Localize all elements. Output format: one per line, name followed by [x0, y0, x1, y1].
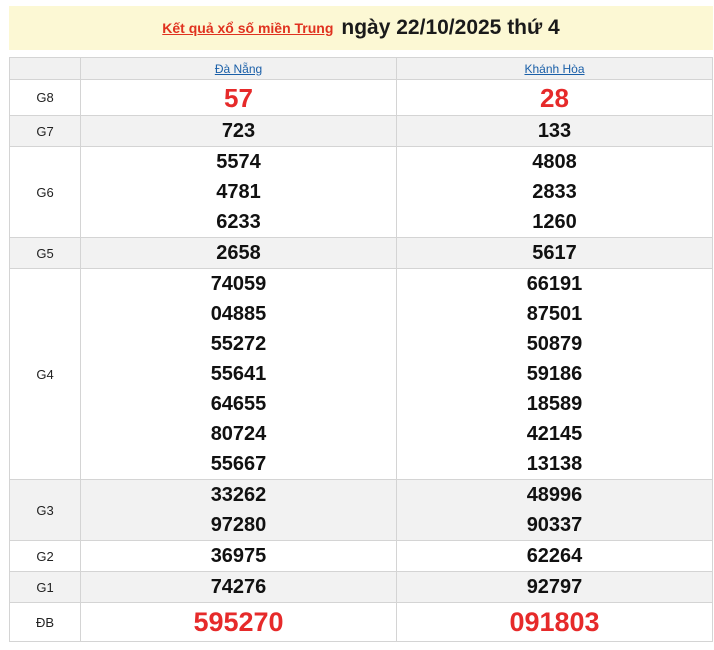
prize-cell-da-nang: 36975: [80, 540, 397, 572]
prize-cell-da-nang: 33262 97280: [80, 479, 397, 541]
prize-number: 97280: [210, 514, 267, 536]
province-header-row: Đà Nẵng Khánh Hòa: [9, 57, 713, 80]
prize-number: 4808: [532, 151, 577, 173]
prize-number: 723: [221, 120, 256, 142]
prize-number: 74276: [210, 576, 267, 598]
prize-column-header: [9, 57, 81, 80]
prize-number: 74059: [210, 273, 267, 295]
prize-number: 18589: [526, 393, 583, 415]
prize-number: 62264: [526, 545, 583, 567]
prize-number: 4781: [216, 181, 261, 203]
province-header-da-nang: Đà Nẵng: [80, 57, 397, 80]
prize-label: G3: [9, 479, 81, 541]
prize-cell-da-nang: 2658: [80, 237, 397, 269]
prize-row-g5: G5 2658 5617: [9, 237, 713, 269]
prize-cell-khanh-hoa: 091803: [396, 602, 713, 642]
prize-number: 92797: [526, 576, 583, 598]
prize-label: ĐB: [9, 602, 81, 642]
prize-row-g4: G4 74059 04885 55272 55641 64655 80724 5…: [9, 268, 713, 480]
prize-number: 66191: [526, 273, 583, 295]
prize-row-g6: G6 5574 4781 6233 4808 2833 1260: [9, 146, 713, 238]
prize-number: 64655: [210, 393, 267, 415]
prize-number: 28: [540, 82, 569, 113]
prize-number: 5617: [532, 242, 577, 264]
prize-number: 87501: [526, 303, 583, 325]
prize-number: 2833: [532, 181, 577, 203]
prize-cell-khanh-hoa: 92797: [396, 571, 713, 603]
prize-row-special: ĐB 595270 091803: [9, 602, 713, 642]
prize-cell-da-nang: 595270: [80, 602, 397, 642]
province-link-da-nang[interactable]: Đà Nẵng: [215, 62, 262, 76]
prize-number: 57: [224, 82, 253, 113]
prize-cell-khanh-hoa: 5617: [396, 237, 713, 269]
region-results-link[interactable]: Kết quả xổ số miền Trung: [162, 20, 333, 36]
prize-label: G7: [9, 115, 81, 147]
prize-label: G2: [9, 540, 81, 572]
prize-cell-khanh-hoa: 48996 90337: [396, 479, 713, 541]
prize-number: 1260: [532, 211, 577, 233]
special-prize-number: 595270: [193, 607, 284, 637]
prize-row-g7: G7 723 133: [9, 115, 713, 147]
prize-number: 55641: [210, 363, 267, 385]
prize-cell-da-nang: 74059 04885 55272 55641 64655 80724 5566…: [80, 268, 397, 480]
prize-cell-khanh-hoa: 4808 2833 1260: [396, 146, 713, 238]
prize-cell-da-nang: 5574 4781 6233: [80, 146, 397, 238]
prize-cell-khanh-hoa: 66191 87501 50879 59186 18589 42145 1313…: [396, 268, 713, 480]
prize-number: 48996: [526, 484, 583, 506]
prize-number: 55272: [210, 333, 267, 355]
prize-number: 5574: [216, 151, 261, 173]
prize-cell-da-nang: 57: [80, 79, 397, 116]
prize-number: 6233: [216, 211, 261, 233]
prize-number: 59186: [526, 363, 583, 385]
prize-cell-da-nang: 74276: [80, 571, 397, 603]
results-header: Kết quả xổ số miền Trung ngày 22/10/2025…: [9, 6, 713, 50]
prize-number: 133: [537, 120, 572, 142]
prize-number: 90337: [526, 514, 583, 536]
prize-number: 50879: [526, 333, 583, 355]
prize-number: 80724: [210, 423, 267, 445]
prize-number: 2658: [216, 242, 261, 264]
prize-label: G8: [9, 79, 81, 116]
province-header-khanh-hoa: Khánh Hòa: [396, 57, 713, 80]
prize-row-g8: G8 57 28: [9, 79, 713, 116]
special-prize-number: 091803: [509, 607, 600, 637]
prize-label: G1: [9, 571, 81, 603]
prize-row-g2: G2 36975 62264: [9, 540, 713, 572]
prize-number: 04885: [210, 303, 267, 325]
prize-label: G6: [9, 146, 81, 238]
prize-cell-khanh-hoa: 28: [396, 79, 713, 116]
prize-number: 13138: [526, 453, 583, 475]
prize-label: G5: [9, 237, 81, 269]
prize-number: 33262: [210, 484, 267, 506]
prize-row-g3: G3 33262 97280 48996 90337: [9, 479, 713, 541]
prize-cell-khanh-hoa: 133: [396, 115, 713, 147]
prize-cell-khanh-hoa: 62264: [396, 540, 713, 572]
prize-label: G4: [9, 268, 81, 480]
prize-cell-da-nang: 723: [80, 115, 397, 147]
prize-number: 55667: [210, 453, 267, 475]
province-link-khanh-hoa[interactable]: Khánh Hòa: [524, 62, 584, 76]
draw-date-title: ngày 22/10/2025 thứ 4: [341, 16, 560, 39]
prize-number: 42145: [526, 423, 583, 445]
prize-row-g1: G1 74276 92797: [9, 571, 713, 603]
lottery-results-table: Đà Nẵng Khánh Hòa G8 57 28 G7 723 133 G6…: [9, 57, 713, 642]
prize-number: 36975: [210, 545, 267, 567]
